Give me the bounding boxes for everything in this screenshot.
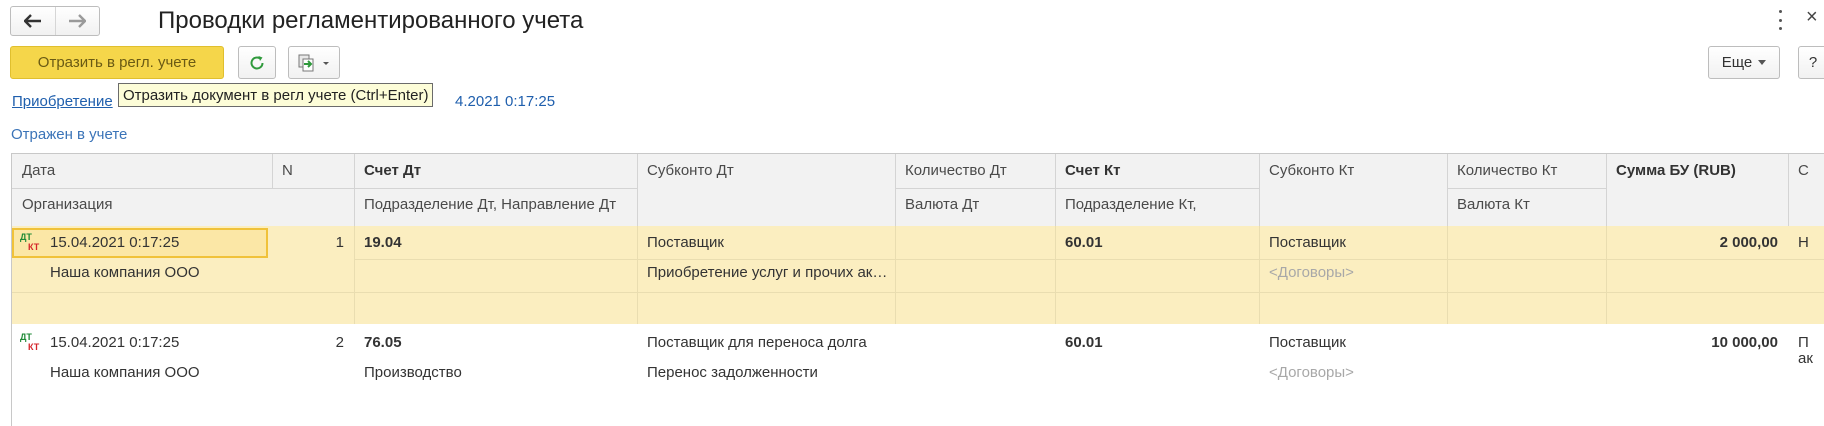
row-debit-dept[interactable]: Производство xyxy=(364,356,462,390)
column-header-debit-dept[interactable]: Подразделение Дт, Направление Дт xyxy=(354,188,637,222)
column-header-credit-subconto[interactable]: Субконто Кт xyxy=(1259,154,1447,188)
navigation-buttons xyxy=(10,6,100,36)
table-row[interactable]: ДТ КТ 15.04.2021 0:17:25 2 76.05 Поставщи… xyxy=(12,326,1824,424)
posting-status: Отражен в учете xyxy=(11,126,128,143)
chevron-down-icon xyxy=(1758,60,1767,65)
document-link[interactable]: Приобретение 4.2021 0:17:25 xyxy=(12,93,555,110)
row-extra-2[interactable]: ак xyxy=(1798,342,1813,376)
window-title: Проводки регламентированного учета xyxy=(158,7,584,34)
row-date[interactable]: 15.04.2021 0:17:25 xyxy=(50,326,179,360)
close-icon[interactable]: × xyxy=(1806,6,1818,29)
column-header-debit-subconto[interactable]: Субконто Дт xyxy=(637,154,895,188)
row-organization[interactable]: Наша компания ООО xyxy=(50,256,200,290)
row-amount[interactable]: 10 000,00 xyxy=(1606,326,1778,360)
row-debit-subconto-1[interactable]: Поставщик xyxy=(647,226,724,260)
column-header-credit-account[interactable]: Счет Кт xyxy=(1055,154,1259,188)
column-header-debit-qty[interactable]: Количество Дт xyxy=(895,154,1055,188)
arrow-left-icon xyxy=(23,14,41,28)
row-credit-subconto-1[interactable]: Поставщик xyxy=(1269,326,1346,360)
refresh-button[interactable] xyxy=(238,46,276,79)
column-header-debit-currency[interactable]: Валюта Дт xyxy=(895,188,1055,222)
column-header-n[interactable]: N xyxy=(272,154,352,188)
window-menu-icon[interactable] xyxy=(1776,10,1784,30)
row-debit-subconto-2[interactable]: Перенос задолженности xyxy=(647,356,818,390)
column-header-credit-qty[interactable]: Количество Кт xyxy=(1447,154,1606,188)
row-amount[interactable]: 2 000,00 xyxy=(1606,226,1778,260)
row-debit-subconto-2[interactable]: Приобретение услуг и прочих ак… xyxy=(647,256,893,290)
row-debit-account[interactable]: 19.04 xyxy=(364,226,402,260)
more-actions-button[interactable]: Еще xyxy=(1708,46,1780,79)
debit-credit-icon: ДТ КТ xyxy=(20,232,40,252)
row-extra[interactable]: Н xyxy=(1798,226,1809,260)
column-header-credit-currency[interactable]: Валюта Кт xyxy=(1447,188,1606,222)
row-credit-subconto-1[interactable]: Поставщик xyxy=(1269,226,1346,260)
row-credit-account[interactable]: 60.01 xyxy=(1065,326,1103,360)
row-number[interactable]: 1 xyxy=(272,226,344,260)
refresh-icon xyxy=(250,55,264,69)
table-header: Дата N Счет Дт Субконто Дт Количество Дт… xyxy=(12,154,1824,227)
row-credit-subconto-2[interactable]: <Договоры> xyxy=(1269,256,1354,290)
postings-table: Дата N Счет Дт Субконто Дт Количество Дт… xyxy=(11,153,1824,426)
row-organization[interactable]: Наша компания ООО xyxy=(50,356,200,390)
column-header-debit-account[interactable]: Счет Дт xyxy=(354,154,636,188)
row-date[interactable]: 15.04.2021 0:17:25 xyxy=(50,226,179,260)
help-button[interactable]: ? xyxy=(1798,46,1824,79)
more-actions-label: Еще xyxy=(1721,54,1753,71)
column-header-organization[interactable]: Организация xyxy=(12,188,354,222)
post-to-accounting-button[interactable]: Отразить в регл. учете xyxy=(10,46,224,79)
post-button-tooltip: Отразить документ в регл учете (Ctrl+Ent… xyxy=(118,83,434,107)
document-link-prefix[interactable]: Приобретение xyxy=(12,93,113,110)
row-debit-subconto-1[interactable]: Поставщик для переноса долга xyxy=(647,326,867,360)
related-documents-icon xyxy=(298,54,329,71)
row-credit-subconto-2[interactable]: <Договоры> xyxy=(1269,356,1354,390)
row-debit-account[interactable]: 76.05 xyxy=(364,326,402,360)
row-credit-account[interactable]: 60.01 xyxy=(1065,226,1103,260)
column-header-amount[interactable]: Сумма БУ (RUB) xyxy=(1606,154,1788,188)
back-button[interactable] xyxy=(11,7,55,35)
arrow-right-icon xyxy=(69,14,87,28)
forward-button[interactable] xyxy=(54,7,100,35)
document-link-suffix[interactable]: 4.2021 0:17:25 xyxy=(455,93,555,110)
column-header-extra[interactable]: С xyxy=(1788,154,1824,188)
row-number[interactable]: 2 xyxy=(272,326,344,360)
column-header-date[interactable]: Дата xyxy=(12,154,272,188)
related-documents-button[interactable] xyxy=(288,46,340,79)
debit-credit-icon: ДТ КТ xyxy=(20,332,40,352)
column-header-credit-dept[interactable]: Подразделение Кт, xyxy=(1055,188,1259,222)
table-row[interactable]: ДТ КТ 15.04.2021 0:17:25 1 19.04 Поставщи… xyxy=(12,226,1824,324)
